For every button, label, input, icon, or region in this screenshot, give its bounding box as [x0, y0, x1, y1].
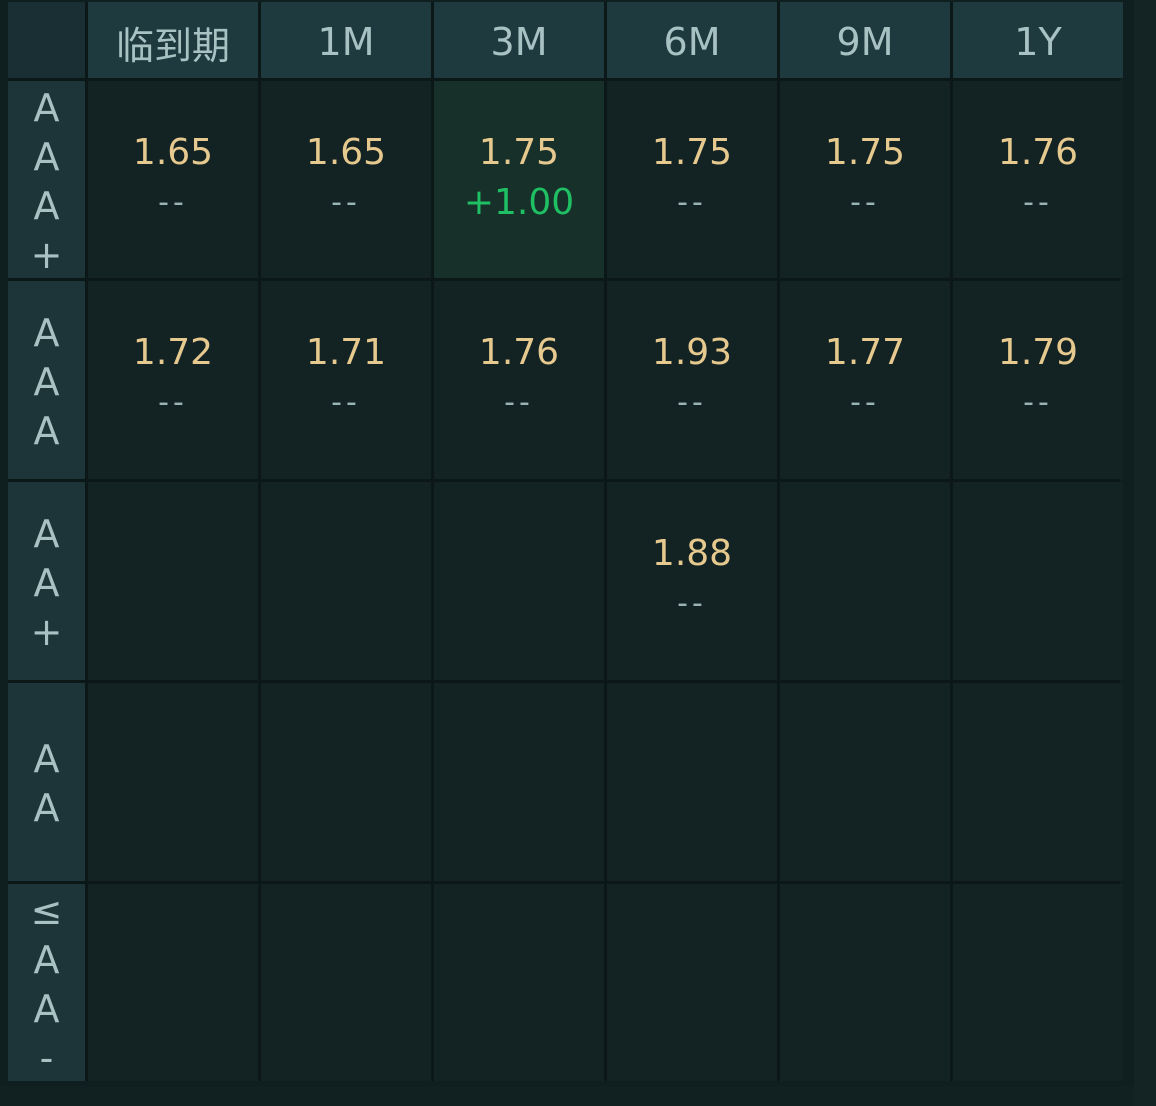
rate-cell[interactable]: 1.75 -- [780, 81, 950, 278]
rate-value: 1.93 [651, 332, 733, 373]
rate-change: -- [677, 586, 707, 621]
rating-char: A [33, 408, 60, 453]
rate-cell[interactable] [953, 683, 1123, 881]
rate-value: 1.65 [132, 132, 214, 173]
row-header-aa-minus-or-below[interactable]: ≤ A A - [8, 884, 85, 1081]
rate-cell[interactable]: 1.76 -- [434, 281, 604, 479]
rate-change: -- [850, 385, 880, 420]
rating-char: + [30, 232, 63, 277]
rate-change: -- [504, 385, 534, 420]
rate-cell[interactable] [953, 482, 1123, 680]
rating-char: A [33, 310, 60, 355]
rate-change: -- [158, 185, 188, 220]
rate-cell[interactable] [607, 683, 777, 881]
rate-cell[interactable]: 1.72 -- [88, 281, 258, 479]
rate-change: -- [331, 385, 361, 420]
vertical-scrollbar[interactable] [1134, 0, 1156, 1106]
rate-change: -- [158, 385, 188, 420]
rate-value: 1.75 [651, 132, 733, 173]
rating-char: A [33, 85, 60, 130]
rate-cell[interactable]: 1.71 -- [261, 281, 431, 479]
rate-cell[interactable] [434, 482, 604, 680]
rate-cell[interactable] [780, 482, 950, 680]
rate-cell[interactable]: 1.65 -- [88, 81, 258, 278]
rate-cell[interactable] [434, 884, 604, 1081]
rate-cell[interactable]: 1.88 -- [607, 482, 777, 680]
rate-cell[interactable] [780, 884, 950, 1081]
rate-matrix-table: 临到期 1M 3M 6M 9M 1Y A A A +1.65 -- 1.65 -- 1.75 +… [8, 2, 1123, 1081]
rate-change: -- [850, 185, 880, 220]
rate-value: 1.75 [824, 132, 906, 173]
rating-char: A [33, 183, 60, 228]
rate-change: -- [1023, 385, 1053, 420]
rating-char: A [33, 986, 60, 1031]
rating-char: A [33, 134, 60, 179]
rate-cell[interactable] [88, 482, 258, 680]
rate-value: 1.71 [305, 332, 387, 373]
rate-cell[interactable] [434, 683, 604, 881]
rate-cell[interactable] [261, 683, 431, 881]
rating-char: + [30, 609, 63, 654]
rating-char: A [33, 560, 60, 605]
rate-change: -- [1023, 185, 1053, 220]
rate-value: 1.75 [478, 132, 560, 173]
rate-change: +1.00 [463, 182, 575, 223]
rate-cell[interactable]: 1.75 -- [607, 81, 777, 278]
rate-value: 1.76 [997, 132, 1079, 173]
rate-cell[interactable] [88, 683, 258, 881]
rate-cell[interactable]: 1.93 -- [607, 281, 777, 479]
rate-change: -- [677, 385, 707, 420]
rating-char: A [33, 359, 60, 404]
rate-cell[interactable]: 1.76 -- [953, 81, 1123, 278]
rate-cell[interactable]: 1.75 +1.00 [434, 81, 604, 278]
row-header-aa[interactable]: AA [8, 683, 85, 881]
rate-cell[interactable] [780, 683, 950, 881]
column-header-1m[interactable]: 1M [261, 2, 431, 78]
rate-cell[interactable] [261, 482, 431, 680]
rating-char: A [33, 937, 60, 982]
rate-cell[interactable]: 1.79 -- [953, 281, 1123, 479]
rate-cell[interactable] [261, 884, 431, 1081]
column-header-6m[interactable]: 6M [607, 2, 777, 78]
rating-char: A [33, 786, 60, 830]
column-header-3m[interactable]: 3M [434, 2, 604, 78]
row-header-aa-plus[interactable]: A A + [8, 482, 85, 680]
rate-cell[interactable]: 1.65 -- [261, 81, 431, 278]
rating-char: ≤ [30, 888, 63, 933]
rate-value: 1.79 [997, 332, 1079, 373]
rate-value: 1.77 [824, 332, 906, 373]
rate-cell[interactable] [88, 884, 258, 1081]
rating-char: - [39, 1035, 54, 1080]
row-header-aaa-plus[interactable]: A A A + [8, 81, 85, 278]
rating-char: A [33, 737, 60, 781]
rating-char: A [33, 511, 60, 556]
rate-value: 1.65 [305, 132, 387, 173]
rate-change: -- [677, 185, 707, 220]
row-header-aaa[interactable]: AAA [8, 281, 85, 479]
rate-cell[interactable] [953, 884, 1123, 1081]
rate-cell[interactable]: 1.77 -- [780, 281, 950, 479]
column-header-near-maturity[interactable]: 临到期 [88, 2, 258, 78]
table-corner [8, 2, 85, 78]
rate-value: 1.72 [132, 332, 214, 373]
rate-matrix-panel: 临到期 1M 3M 6M 9M 1Y A A A +1.65 -- 1.65 -- 1.75 +… [0, 0, 1156, 1106]
rate-value: 1.76 [478, 332, 560, 373]
horizontal-scrollbar[interactable] [0, 1086, 1134, 1106]
rate-cell[interactable] [607, 884, 777, 1081]
rate-value: 1.88 [651, 533, 733, 574]
rate-change: -- [331, 185, 361, 220]
column-header-1y[interactable]: 1Y [953, 2, 1123, 78]
column-header-9m[interactable]: 9M [780, 2, 950, 78]
